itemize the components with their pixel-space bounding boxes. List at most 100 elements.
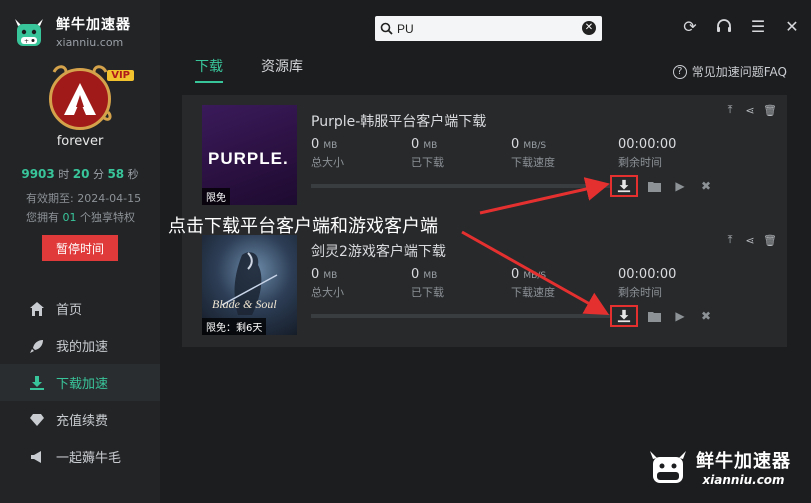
download-button[interactable] xyxy=(610,175,638,197)
download-progress xyxy=(311,184,611,188)
download-stats: 0 MB 总大小 0 MB 已下载 0 MB/S 下载速度 00:00:00 剩… xyxy=(311,137,718,170)
watermark: 鲜牛加速器 xianniu.com xyxy=(646,447,791,487)
download-title: 剑灵2游戏客户端下载 xyxy=(311,244,446,260)
remaining-value: 00:00:00 xyxy=(618,267,677,282)
avatar-image xyxy=(49,68,111,130)
download-card: Blade & Soul 限免：剩6天 剑灵2游戏客户端下载 ⤒ ⋖ 🗑 0 M… xyxy=(182,225,787,343)
sidebar-item-share[interactable]: 一起薅牛毛 xyxy=(0,438,160,475)
stat-downloaded: 0 MB 已下载 xyxy=(411,137,511,170)
time-minutes: 20 xyxy=(72,167,90,181)
stat-remaining: 00:00:00 剩余时间 xyxy=(618,267,718,300)
faq-link[interactable]: ? 常见加速问题FAQ xyxy=(672,63,787,80)
card-actions: ▶ ✖ xyxy=(610,305,716,327)
speed-label: 下载速度 xyxy=(511,156,555,169)
sidebar-item-label: 充值续费 xyxy=(56,414,109,429)
sidebar-item-download-boost[interactable]: 下载加速 xyxy=(0,364,160,401)
folder-icon[interactable] xyxy=(644,176,664,196)
card-top-actions: ⤒ ⋖ 🗑 xyxy=(723,103,777,117)
sidebar-item-home[interactable]: 首页 xyxy=(0,290,160,327)
time-hours: 9903 xyxy=(21,167,55,181)
rocket-icon xyxy=(28,337,46,355)
downloaded-label: 已下载 xyxy=(411,156,444,169)
download-stats: 0 MB 总大小 0 MB 已下载 0 MB/S 下载速度 00:00:00 剩… xyxy=(311,267,718,300)
app-window: + 鲜牛加速器 xianniu.com VIP forever 9903 时 2… xyxy=(0,0,811,503)
cow-logo-icon: + xyxy=(12,15,46,49)
sidebar-item-label: 我的加速 xyxy=(56,340,109,355)
time-hours-unit: 时 xyxy=(58,168,70,181)
downloaded-unit: MB xyxy=(423,271,438,281)
download-title: Purple-韩服平台客户端下载 xyxy=(311,114,487,130)
menu-icon[interactable]: ☰ xyxy=(749,17,767,36)
app-name: 鲜牛加速器 xyxy=(56,17,131,33)
stat-size: 0 MB 总大小 xyxy=(311,137,411,170)
size-unit: MB xyxy=(323,141,338,151)
speed-unit: MB/S xyxy=(523,271,547,281)
time-minutes-unit: 分 xyxy=(92,168,104,181)
search-input[interactable] xyxy=(397,21,567,36)
sidebar-item-label: 一起薅牛毛 xyxy=(56,451,122,466)
watermark-cn: 鲜牛加速器 xyxy=(696,451,791,472)
speed-label: 下载速度 xyxy=(511,286,555,299)
diamond-icon xyxy=(28,411,46,429)
tab-bar: 下载 资源库 xyxy=(195,56,303,83)
remaining-time: 9903 时 20 分 58 秒 xyxy=(0,166,160,182)
sidebar-nav: 首页 我的加速 下载加速 充值续费 一起薅牛毛 xyxy=(0,290,160,475)
time-seconds: 58 xyxy=(107,167,125,181)
remaining-label: 剩余时间 xyxy=(618,286,662,299)
home-icon xyxy=(28,300,46,318)
delete-icon[interactable]: 🗑 xyxy=(763,233,777,247)
remaining-label: 剩余时间 xyxy=(618,156,662,169)
headset-icon[interactable] xyxy=(715,17,733,35)
sidebar-item-recharge[interactable]: 充值续费 xyxy=(0,401,160,438)
privilege-suffix: 个独享特权 xyxy=(80,211,135,224)
cancel-icon[interactable]: ✖ xyxy=(696,176,716,196)
megaphone-icon xyxy=(28,448,46,466)
sidebar-item-my-boost[interactable]: 我的加速 xyxy=(0,327,160,364)
svg-text:+: + xyxy=(24,38,29,45)
vip-badge: VIP xyxy=(107,70,134,81)
pause-time-button[interactable]: 暂停时间 xyxy=(42,235,118,261)
tutorial-annotation: 点击下载平台客户端和游戏客户端 xyxy=(168,216,438,237)
folder-icon[interactable] xyxy=(644,306,664,326)
download-icon xyxy=(28,374,46,392)
game-thumbnail: Blade & Soul 限免：剩6天 xyxy=(202,235,297,335)
search-icon xyxy=(375,22,397,35)
stat-remaining: 00:00:00 剩余时间 xyxy=(618,137,718,170)
stat-speed: 0 MB/S 下载速度 xyxy=(511,267,611,300)
watermark-en: xianniu.com xyxy=(702,473,785,487)
app-domain: xianniu.com xyxy=(56,36,124,49)
pin-top-icon[interactable]: ⤒ xyxy=(723,103,737,117)
main-area: ✕ ⟳ ☰ ✕ 下载 资源库 ? 常见加速问题FAQ PURPLE. 限免 xyxy=(160,0,811,503)
tab-resource-library[interactable]: 资源库 xyxy=(261,56,303,83)
close-icon[interactable]: ✕ xyxy=(783,17,801,36)
size-value: 0 xyxy=(311,137,320,152)
share-icon[interactable]: ⋖ xyxy=(743,103,757,117)
speed-unit: MB/S xyxy=(523,141,547,151)
delete-icon[interactable]: 🗑 xyxy=(763,103,777,117)
speed-value: 0 xyxy=(511,137,520,152)
downloaded-unit: MB xyxy=(423,141,438,151)
search-box: ✕ xyxy=(375,16,602,41)
share-icon[interactable]: ⋖ xyxy=(743,233,757,247)
size-unit: MB xyxy=(323,271,338,281)
play-icon[interactable]: ▶ xyxy=(670,306,690,326)
clear-search-icon[interactable]: ✕ xyxy=(582,21,596,35)
downloaded-value: 0 xyxy=(411,137,420,152)
download-button[interactable] xyxy=(610,305,638,327)
watermark-cow-icon xyxy=(650,451,686,483)
refresh-icon[interactable]: ⟳ xyxy=(681,17,699,36)
remaining-value: 00:00:00 xyxy=(618,137,677,152)
tab-download[interactable]: 下载 xyxy=(195,56,223,83)
faq-label: 常见加速问题FAQ xyxy=(691,65,787,79)
download-card: PURPLE. 限免 Purple-韩服平台客户端下载 ⤒ ⋖ 🗑 0 MB 总… xyxy=(182,95,787,213)
sidebar: + 鲜牛加速器 xianniu.com VIP forever 9903 时 2… xyxy=(0,0,160,503)
play-icon[interactable]: ▶ xyxy=(670,176,690,196)
cancel-icon[interactable]: ✖ xyxy=(696,306,716,326)
pin-top-icon[interactable]: ⤒ xyxy=(723,233,737,247)
privilege-info: 您拥有 01 个独享特权 xyxy=(26,209,135,225)
size-label: 总大小 xyxy=(311,286,344,299)
question-icon: ? xyxy=(672,64,687,79)
window-controls: ⟳ ☰ ✕ xyxy=(681,17,801,36)
avatar[interactable]: VIP xyxy=(44,62,134,134)
username: forever xyxy=(56,134,104,149)
